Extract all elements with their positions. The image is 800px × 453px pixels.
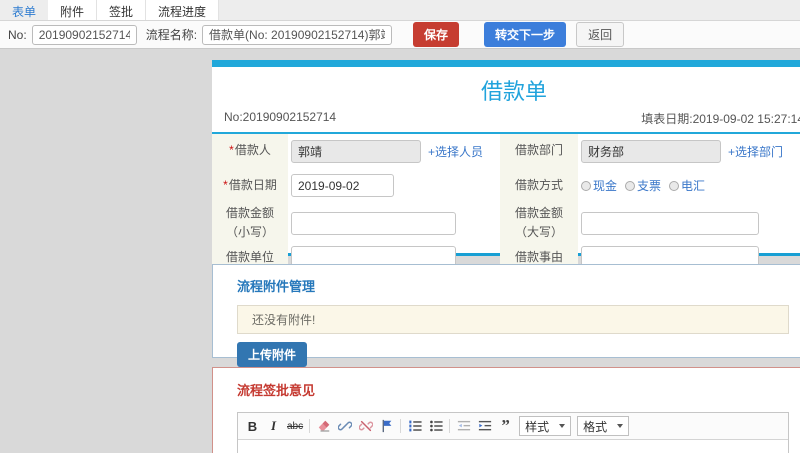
chevron-down-icon — [617, 424, 624, 428]
toolbar-separator — [309, 419, 311, 433]
page-background: 借款单 No:20190902152714 填表日期:2019-09-02 15… — [0, 49, 800, 453]
attachments-panel: 流程附件管理 还没有附件! 上传附件 — [212, 264, 800, 367]
tab-bar: 表单 附件 签批 流程进度 — [0, 0, 800, 21]
loan-date-input[interactable] — [291, 174, 394, 197]
editor-toolbar: B I abc ” 样式 格式 — [238, 413, 788, 440]
tab-approval[interactable]: 签批 — [97, 0, 147, 20]
unlink-icon[interactable] — [358, 418, 373, 434]
editor-content-area[interactable] — [238, 440, 788, 453]
radio-cash[interactable]: 现金 — [581, 177, 617, 194]
flow-name-input[interactable] — [202, 24, 393, 45]
select-department-link[interactable]: +选择部门 — [728, 143, 783, 160]
no-attachments-message: 还没有附件! — [237, 305, 789, 334]
outdent-icon[interactable] — [456, 418, 471, 434]
ordered-list-icon[interactable] — [407, 418, 422, 434]
italic-button[interactable]: I — [266, 418, 281, 434]
amount-uppercase-input[interactable] — [581, 211, 759, 235]
tab-attachments[interactable]: 附件 — [48, 0, 98, 20]
no-label: No: — [8, 27, 27, 42]
format-dropdown[interactable]: 格式 — [577, 416, 630, 436]
radio-wire-transfer[interactable]: 电汇 — [669, 177, 705, 194]
amount-lowercase-label: 借款金额（小写） — [212, 203, 288, 243]
approval-comments-title: 流程签批意见 — [237, 383, 316, 398]
no-input[interactable] — [31, 24, 137, 45]
required-asterisk: * — [229, 143, 234, 158]
amount-lowercase-input[interactable] — [291, 211, 456, 235]
borrower-input[interactable] — [291, 139, 421, 163]
remove-format-icon[interactable] — [316, 418, 331, 434]
form-meta-row: No:20190902152714 填表日期:2019-09-02 15:27:… — [212, 107, 800, 134]
loan-method-radio-group: 现金 支票 电汇 — [581, 177, 709, 194]
strikethrough-button[interactable]: abc — [287, 418, 303, 434]
toolbar-separator — [400, 419, 402, 433]
save-button[interactable]: 保存 — [413, 22, 460, 47]
select-person-link[interactable]: +选择人员 — [428, 143, 483, 160]
link-icon[interactable] — [337, 418, 352, 434]
radio-circle-icon — [669, 180, 680, 191]
loan-date-label: *借款日期 — [212, 168, 288, 203]
amount-uppercase-label: 借款金额（大写） — [500, 203, 578, 243]
form-date-text: 填表日期:2019-09-02 15:27:14 — [641, 112, 800, 126]
attachments-title: 流程附件管理 — [237, 279, 316, 294]
styles-dropdown[interactable]: 样式 — [519, 416, 572, 436]
flow-name-label: 流程名称: — [145, 28, 198, 42]
form-no-text: No:20190902152714 — [224, 110, 337, 124]
radio-cheque[interactable]: 支票 — [625, 177, 661, 194]
bullet-list-icon[interactable] — [428, 418, 443, 434]
department-label: 借款部门 — [500, 134, 578, 168]
forward-next-step-button[interactable]: 转交下一步 — [484, 22, 567, 47]
radio-circle-icon — [581, 180, 591, 191]
radio-circle-icon — [625, 180, 636, 191]
action-toolbar: No: 流程名称: 保存 转交下一步 返回 — [0, 21, 800, 49]
anchor-flag-icon[interactable] — [379, 418, 394, 434]
chevron-down-icon — [559, 424, 566, 428]
toolbar-separator — [449, 419, 451, 433]
upload-attachment-button[interactable]: 上传附件 — [237, 342, 308, 367]
panel-accent-bar — [212, 60, 800, 67]
form-title: 借款单 — [480, 79, 547, 104]
blockquote-button[interactable]: ” — [498, 416, 513, 435]
tab-form[interactable]: 表单 — [0, 0, 49, 20]
tab-process-progress[interactable]: 流程进度 — [146, 0, 220, 20]
bold-button[interactable]: B — [245, 418, 260, 434]
form-fields-grid: *借款人 +选择人员 借款部门 +选择部门 *借款日期 借款方式 — [212, 134, 800, 272]
loan-form-panel: 借款单 No:20190902152714 填表日期:2019-09-02 15… — [212, 60, 800, 272]
back-button[interactable]: 返回 — [576, 22, 625, 47]
approval-comments-panel: 流程签批意见 B I abc ” 样式 格式 — [212, 367, 800, 453]
loan-method-label: 借款方式 — [500, 168, 578, 203]
borrower-label: *借款人 — [212, 134, 288, 168]
required-asterisk: * — [223, 177, 228, 192]
rich-text-editor: B I abc ” 样式 格式 — [237, 412, 789, 453]
department-input[interactable] — [581, 139, 721, 163]
indent-icon[interactable] — [477, 418, 492, 434]
